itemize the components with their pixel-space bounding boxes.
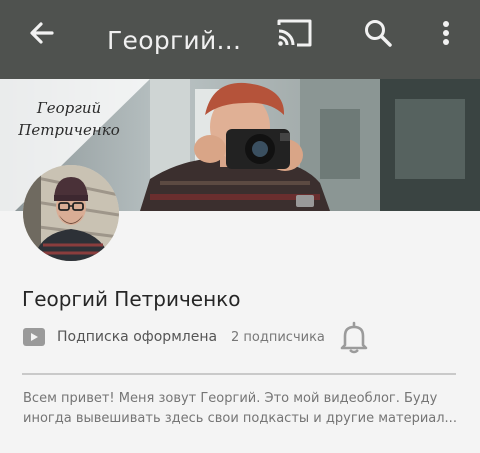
channel-avatar[interactable]: [23, 165, 119, 261]
avatar-photo: [23, 165, 119, 261]
description-line: иногда вывешивать здесь свои подкасты и …: [23, 411, 457, 426]
cast-button[interactable]: [274, 14, 314, 54]
description-line: Всем привет! Меня зовут Георгий. Это мой…: [23, 391, 438, 406]
more-vert-icon: [443, 21, 449, 45]
search-icon: [365, 20, 392, 47]
subscription-status[interactable]: Подписка оформлена: [57, 329, 217, 345]
notification-bell-button[interactable]: [338, 320, 370, 354]
back-button[interactable]: [22, 14, 62, 54]
more-options-button[interactable]: [430, 14, 460, 54]
bell-icon: [340, 321, 368, 354]
appbar-title: Георгий...: [107, 26, 242, 55]
cast-icon: [277, 19, 312, 47]
channel-description[interactable]: Всем привет! Меня зовут Георгий. Это мой…: [23, 389, 463, 429]
banner-caption-line: Петриченко: [18, 121, 120, 139]
app-bar: Георгий...: [0, 0, 480, 79]
channel-name: Георгий Петриченко: [22, 287, 241, 311]
banner-caption: Георгий Петриченко: [14, 97, 124, 141]
divider: [22, 373, 456, 375]
youtube-icon: [23, 328, 45, 346]
search-button[interactable]: [360, 14, 400, 54]
arrow-back-icon: [30, 22, 54, 44]
subscriber-count: 2 подписчика: [231, 330, 325, 345]
banner-caption-line: Георгий: [36, 99, 102, 117]
